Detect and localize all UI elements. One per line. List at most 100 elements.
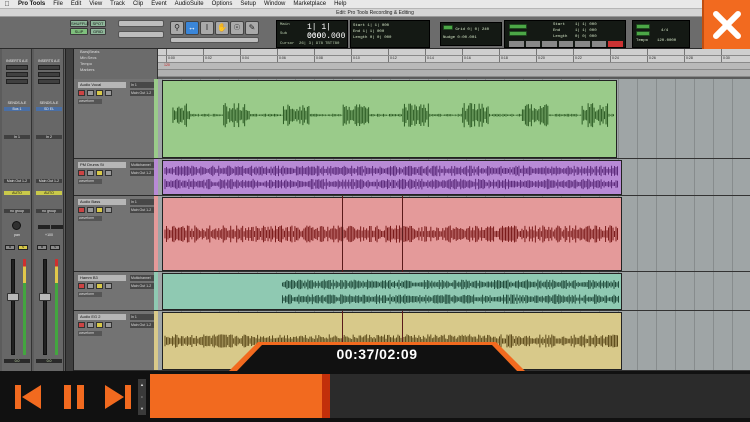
track-output-selector[interactable]: Main Out 1-2 [130,283,156,289]
meter-toggle[interactable] [636,31,650,36]
rewind-icon[interactable] [525,41,541,47]
preroll-toggle[interactable] [509,24,527,29]
audio-clip[interactable] [162,273,622,310]
scrub-tool-icon[interactable]: ☉ [230,21,244,35]
group-selector[interactable]: no group [4,209,30,213]
mode-slip-button[interactable]: SLIP [70,28,88,35]
input-monitor-button[interactable] [87,207,94,213]
pan-right-slider[interactable] [51,225,63,229]
automation-mode[interactable]: AUTO [36,191,62,195]
solo-button[interactable] [96,90,103,96]
track-header[interactable]: Hamm B3 Multichannel Main Out 1-2 waveform [74,272,158,311]
solo-button[interactable] [96,283,103,289]
menu-edit[interactable]: Edit [67,1,85,7]
track-lane[interactable] [158,159,750,196]
menu-clip[interactable]: Clip [129,1,147,7]
menu-window[interactable]: Window [260,1,289,7]
input-monitor-button[interactable] [87,90,94,96]
solo-button[interactable] [96,170,103,176]
trim-tool-icon[interactable]: ↔ [185,21,199,35]
postroll-toggle[interactable] [509,31,527,36]
go-to-end-icon[interactable] [558,41,574,47]
bars-ruler[interactable] [158,49,750,56]
group-selector[interactable]: no group [36,209,62,213]
menu-pro-tools[interactable]: Pro Tools [14,1,49,7]
volume-fader[interactable] [43,259,47,355]
track-name[interactable]: Audio EG 2 [78,314,126,320]
send-slot[interactable]: Bus 1 [4,107,30,111]
record-arm-button[interactable] [78,322,85,328]
mute-button[interactable] [105,283,112,289]
record-icon[interactable] [608,41,624,47]
output-selector[interactable]: Main Out 1-2 [36,179,62,183]
record-arm-button[interactable] [78,170,85,176]
track-output-selector[interactable]: Main Out 1-2 [130,90,156,96]
menu-track[interactable]: Track [106,1,129,7]
track-view-selector[interactable]: waveform [78,179,102,184]
output-selector[interactable]: Main Out 1-2 [4,179,30,183]
track-output-selector[interactable]: Main Out 1-2 [130,170,156,176]
selection-display[interactable]: Start 1| 1| 000 End 1| 1| 000 Length 0| … [350,20,430,48]
track-input-selector[interactable]: In 1 [130,82,156,88]
transport-panel[interactable]: Start 1| 1| 000 End 1| 1| 000 Length 0| … [504,20,626,48]
track-output-selector[interactable]: Main Out 1-2 [130,322,156,328]
edit-tool-row[interactable] [170,37,259,43]
menu-view[interactable]: View [85,1,106,7]
fast-forward-icon[interactable] [542,41,557,47]
record-arm-button[interactable] [78,283,85,289]
track-name[interactable]: Audio Bass [78,199,126,205]
zoom-buttons[interactable] [118,31,164,38]
pause-button[interactable] [54,371,94,422]
insert-slot[interactable] [38,79,60,84]
playback-progress-bar[interactable] [150,374,750,418]
track-name[interactable]: Hamm B3 [78,275,126,281]
grid-toggle[interactable] [443,25,453,30]
track-input-selector[interactable]: Multichannel [130,162,156,168]
menu-file[interactable]: File [49,1,67,7]
play-icon[interactable] [591,41,607,47]
automation-mode[interactable]: AUTO [4,191,30,195]
mode-shuffle-button[interactable]: SHUFFLE [70,20,89,27]
stepper-down-icon[interactable]: ▼ [138,403,146,415]
solo-button[interactable] [96,322,103,328]
insert-slot[interactable] [6,65,28,70]
menu-help[interactable]: Help [330,1,350,7]
selector-tool-icon[interactable]: I [200,21,214,35]
rewind-to-start-icon[interactable] [509,41,524,47]
mode-spot-button[interactable]: SPOT [90,20,106,27]
tempo-marker[interactable]: 120 [164,63,170,67]
input-monitor-button[interactable] [87,322,94,328]
menu-setup[interactable]: Setup [236,1,260,7]
audio-clip[interactable] [162,160,622,195]
grabber-tool-icon[interactable]: ✋ [215,21,229,35]
mute-button[interactable] [105,170,112,176]
grid-nudge-display[interactable]: Grid 0| 0| 240 Nudge 0:00.001 [440,22,502,46]
track-view-selector[interactable]: waveform [78,331,102,336]
menu-event[interactable]: Event [147,1,170,7]
progress-handle[interactable] [322,374,330,418]
track-lane[interactable] [158,79,750,159]
record-arm-button[interactable] [78,207,85,213]
input-selector[interactable]: In 1 [4,135,30,139]
track-list-collapsed[interactable] [66,49,74,371]
record-arm-button[interactable] [78,90,85,96]
track-header[interactable]: PM Drums St Multichannel Main Out 1-2 wavef… [74,159,158,196]
mute-button[interactable]: M [37,245,47,250]
menu-marketplace[interactable]: Marketplace [289,1,330,7]
apple-icon[interactable]:  [0,1,14,8]
track-header[interactable]: Audio Bass In 1 Main Out 1-2 waveform [74,196,158,272]
track-view-selector[interactable]: waveform [78,99,102,104]
input-selector[interactable]: In 2 [36,135,62,139]
tempo-ruler[interactable]: 120 [158,63,750,70]
pan-left-slider[interactable] [38,225,50,229]
track-input-selector[interactable]: Multichannel [130,275,156,281]
insert-slot[interactable] [38,72,60,77]
track-header[interactable]: Audio Vocal In 1 Main Out 1-2 waveform [74,79,158,159]
mute-button[interactable] [105,207,112,213]
insert-slot[interactable] [6,79,28,84]
skip-forward-button[interactable] [98,371,138,422]
track-output-selector[interactable]: Main Out 1-2 [130,207,156,213]
send-slot[interactable]: SD EL [36,107,62,111]
pencil-tool-icon[interactable]: ✎ [245,21,259,35]
track-name[interactable]: PM Drums St [78,162,126,168]
